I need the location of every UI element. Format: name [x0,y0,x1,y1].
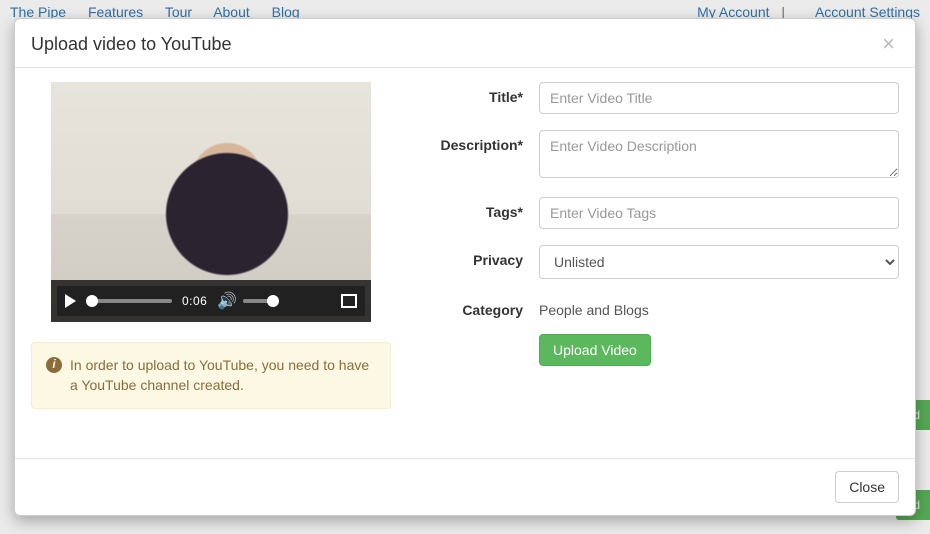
modal-body: 0:06 🔊 i In order to upload to YouTube, … [15,68,915,458]
video-preview[interactable]: 0:06 🔊 [51,82,371,322]
privacy-label: Privacy [431,245,539,268]
play-icon[interactable] [65,294,76,308]
description-label: Description* [431,130,539,153]
description-input[interactable] [539,130,899,178]
category-value: People and Blogs [539,295,899,318]
category-label: Category [431,295,539,318]
alert-text: In order to upload to YouTube, you need … [70,355,376,396]
close-button[interactable]: Close [835,471,899,503]
title-input[interactable] [539,82,899,114]
upload-youtube-modal: Upload video to YouTube × 0:06 🔊 [14,18,916,516]
info-icon: i [46,357,62,373]
fullscreen-icon[interactable] [341,294,357,308]
modal-header: Upload video to YouTube × [15,19,915,68]
seek-slider[interactable] [86,299,172,303]
modal-footer: Close [15,458,915,515]
tags-label: Tags* [431,197,539,220]
volume-icon[interactable]: 🔊 [217,291,237,311]
video-time: 0:06 [182,294,207,308]
upload-video-button[interactable]: Upload Video [539,334,651,366]
info-alert: i In order to upload to YouTube, you nee… [31,342,391,409]
close-icon[interactable]: × [878,33,899,55]
volume-slider[interactable] [243,299,277,303]
modal-title: Upload video to YouTube [31,34,232,55]
privacy-select[interactable]: Unlisted [539,245,899,279]
title-label: Title* [431,82,539,105]
tags-input[interactable] [539,197,899,229]
upload-form: Title* Description* Tags* [431,82,899,409]
video-controls: 0:06 🔊 [57,286,365,316]
